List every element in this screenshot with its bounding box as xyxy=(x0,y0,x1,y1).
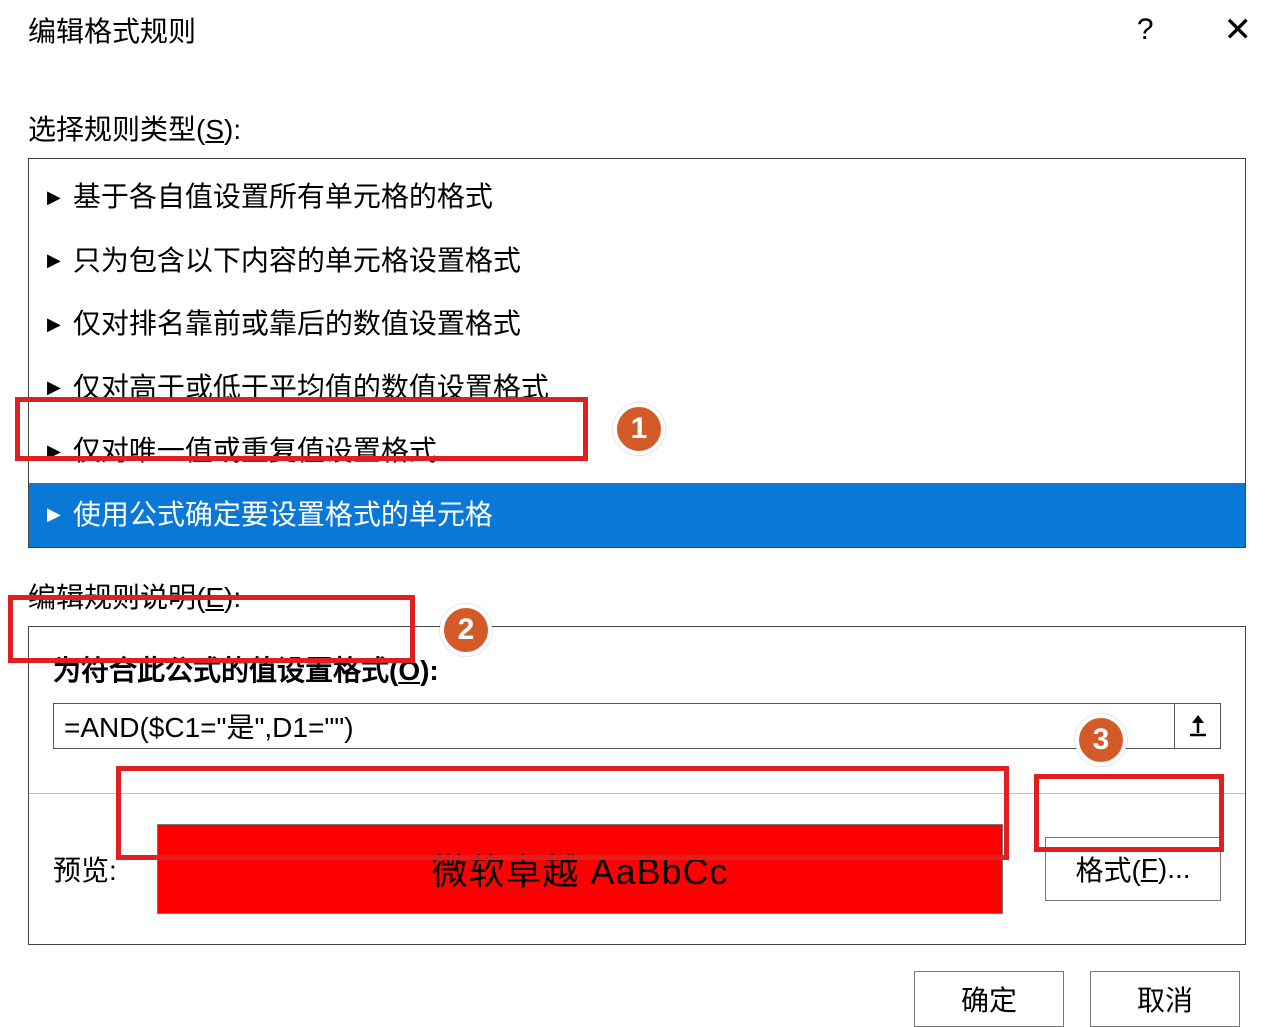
rule-type-text: 仅对排名靠前或靠后的数值设置格式 xyxy=(73,300,521,348)
rule-type-item[interactable]: ▶ 基于各自值设置所有单元格的格式 xyxy=(29,165,1245,229)
close-button[interactable]: ✕ xyxy=(1224,13,1253,47)
help-button[interactable]: ? xyxy=(1137,13,1154,47)
triangle-right-icon: ▶ xyxy=(47,182,61,213)
edit-desc-label: 编辑规则说明(E): xyxy=(28,576,1246,616)
formula-row xyxy=(53,703,1221,749)
annotation-badge: 3 xyxy=(1075,714,1127,766)
preview-label: 预览: xyxy=(53,849,133,889)
edit-section: 为符合此公式的值设置格式(O): 预览: 微软卓越 AaBbCc 格式(F)..… xyxy=(28,626,1246,945)
rule-type-item[interactable]: ▶ 仅对排名靠前或靠后的数值设置格式 xyxy=(29,292,1245,356)
divider xyxy=(29,793,1245,794)
triangle-right-icon: ▶ xyxy=(47,436,61,467)
rule-type-label: 选择规则类型(S): xyxy=(28,108,1246,148)
formula-input[interactable] xyxy=(53,703,1175,749)
rule-type-list[interactable]: ▶ 基于各自值设置所有单元格的格式 ▶ 只为包含以下内容的单元格设置格式 ▶ 仅… xyxy=(28,158,1246,548)
title-bar: 编辑格式规则 ? ✕ xyxy=(0,0,1274,60)
format-button[interactable]: 格式(F)... xyxy=(1045,837,1221,901)
rule-type-item[interactable]: ▶ 只为包含以下内容的单元格设置格式 xyxy=(29,229,1245,293)
triangle-right-icon: ▶ xyxy=(47,372,61,403)
rule-type-text: 只为包含以下内容的单元格设置格式 xyxy=(73,237,521,285)
annotation-badge: 1 xyxy=(613,403,665,455)
dialog-footer: 确定 取消 xyxy=(0,945,1274,1027)
preview-sample: 微软卓越 AaBbCc xyxy=(157,824,1003,914)
preview-row: 预览: 微软卓越 AaBbCc 格式(F)... xyxy=(53,824,1221,914)
rule-type-text: 基于各自值设置所有单元格的格式 xyxy=(73,173,493,221)
rule-type-text: 仅对高于或低于平均值的数值设置格式 xyxy=(73,364,549,412)
formula-label: 为符合此公式的值设置格式(O): xyxy=(53,649,1221,689)
collapse-dialog-icon xyxy=(1187,715,1209,737)
rule-type-item-selected[interactable]: ▶ 使用公式确定要设置格式的单元格 xyxy=(29,483,1245,547)
rule-type-text: 仅对唯一值或重复值设置格式 xyxy=(73,427,437,475)
annotation-badge: 2 xyxy=(440,604,492,656)
title-controls: ? ✕ xyxy=(1137,13,1252,47)
rule-type-text: 使用公式确定要设置格式的单元格 xyxy=(73,491,493,539)
triangle-right-icon: ▶ xyxy=(47,499,61,530)
ok-button[interactable]: 确定 xyxy=(914,971,1064,1027)
triangle-right-icon: ▶ xyxy=(47,245,61,276)
range-picker-button[interactable] xyxy=(1175,703,1221,749)
cancel-button[interactable]: 取消 xyxy=(1090,971,1240,1027)
dialog-title: 编辑格式规则 xyxy=(28,10,196,50)
triangle-right-icon: ▶ xyxy=(47,309,61,340)
